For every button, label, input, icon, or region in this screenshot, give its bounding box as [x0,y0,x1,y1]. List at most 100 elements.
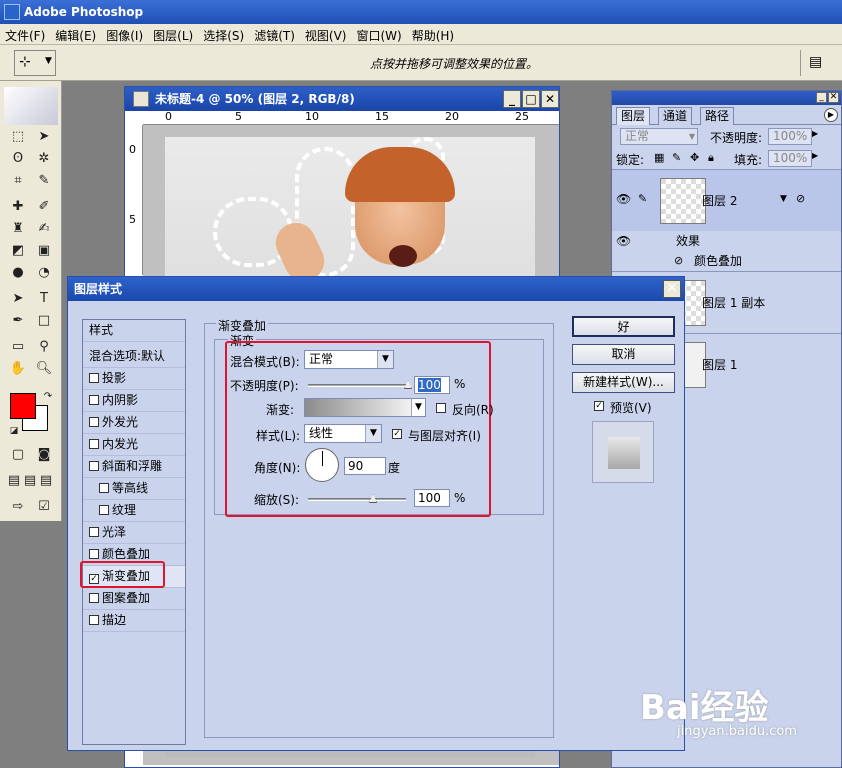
menu-layer[interactable]: 图层(L) [148,24,198,47]
crop-tool-icon[interactable]: ⌗ [8,171,28,191]
style-list-item-bevel-emboss[interactable]: 斜面和浮雕 [83,456,185,478]
dodge-tool-icon[interactable]: ◔ [34,263,54,283]
menu-help[interactable]: 帮助(H) [407,24,459,47]
lock-pixels-icon[interactable]: ✎ [672,151,681,164]
marquee-tool-icon[interactable]: ⬚ [8,127,28,147]
layer-row-layer2[interactable]: 👁︎ ✎ 图层 2 ▼ ⊘ [612,169,841,231]
panel-close-button[interactable]: ✕ [828,92,839,103]
lock-position-icon[interactable]: ✥ [690,151,699,164]
default-colors-icon[interactable]: ◪ [4,421,24,441]
menu-select[interactable]: 选择(S) [198,24,249,47]
reverse-checkbox[interactable] [436,403,446,413]
angle-dial[interactable] [305,448,339,482]
checkbox[interactable] [89,527,99,537]
effects-group-row[interactable]: 👁︎ 效果 [612,231,841,251]
opacity-slider-track[interactable] [308,384,408,387]
healing-brush-tool-icon[interactable]: ✚ [8,197,28,217]
menu-image[interactable]: 图像(I) [101,24,148,47]
checkbox[interactable] [89,615,99,625]
style-list-item-drop-shadow[interactable]: 投影 [83,368,185,390]
style-list-item-inner-shadow[interactable]: 内阴影 [83,390,185,412]
menu-window[interactable]: 窗口(W) [351,24,406,47]
dialog-close-button[interactable]: ✕ [663,280,681,298]
brush-tool-icon[interactable]: ✐ [34,197,54,217]
screen-mode-full-icon[interactable]: ▤ [36,471,56,491]
rectangle-tool-icon[interactable]: □ [34,311,54,331]
preview-checkbox[interactable]: ✓ [594,401,604,411]
palette-well[interactable]: ▤ [800,50,834,76]
gradient-tool-icon[interactable]: ▣ [34,241,54,261]
style-list-item-inner-glow[interactable]: 内发光 [83,434,185,456]
move-tool-preset-picker[interactable]: ⊹ ▼ [14,50,56,76]
quick-mask-mode-icon[interactable]: ◙ [34,445,54,465]
magic-wand-tool-icon[interactable]: ✲ [34,149,54,169]
fill-arrow-icon[interactable]: ▶ [812,151,818,160]
lock-transparency-icon[interactable]: ▦ [654,151,664,164]
checkbox[interactable] [89,593,99,603]
opacity-input[interactable]: 100 [414,376,450,394]
checkbox[interactable] [89,549,99,559]
menu-filter[interactable]: 滤镜(T) [249,24,300,47]
history-brush-tool-icon[interactable]: ✍ [34,219,54,239]
tab-channels[interactable]: 通道 [658,107,693,125]
layer-blend-mode-select[interactable]: 正常 ▼ [620,128,698,145]
checkbox[interactable] [89,417,99,427]
notes-tool-icon[interactable]: ▭ [8,337,28,357]
tab-layers[interactable]: 图层 [616,107,651,125]
scale-input[interactable]: 100 [414,489,450,507]
panel-menu-icon[interactable]: ▶ [824,108,838,122]
align-with-layer-checkbox[interactable]: ✓ [392,429,402,439]
expand-effects-icon[interactable]: ▼ [780,194,787,204]
pen-tool-icon[interactable]: ✒ [8,311,28,331]
layer-opacity-field[interactable]: 100% [768,128,812,145]
style-list-item-styles[interactable]: 样式 [83,320,185,342]
type-tool-icon[interactable]: T [34,289,54,309]
lasso-tool-icon[interactable]: ʘ [8,149,28,169]
zoom-tool-icon[interactable]: 🔍︎ [34,359,54,379]
menu-edit[interactable]: 编辑(E) [50,24,101,47]
scale-slider-track[interactable] [308,498,406,501]
edit-in-imageready-icon[interactable]: ☑ [34,497,54,517]
checkbox[interactable] [89,461,99,471]
lock-all-icon[interactable]: 🔒︎ [708,151,714,165]
slice-tool-icon[interactable]: ✎ [34,171,54,191]
menu-file[interactable]: 文件(F) [0,24,50,47]
blend-mode-select[interactable]: 正常 ▼ [304,350,394,369]
close-button[interactable]: ✕ [541,90,559,108]
style-select[interactable]: 线性 ▼ [304,424,382,443]
swap-colors-icon[interactable]: ↷ [38,387,58,407]
new-style-button[interactable]: 新建样式(W)... [572,372,675,393]
chevron-down-icon[interactable]: ▼ [411,399,425,416]
foreground-color-swatch[interactable] [10,393,36,419]
cancel-button[interactable]: 取消 [572,344,675,365]
style-list-item-texture[interactable]: 纹理 [83,500,185,522]
panel-minimize-button[interactable]: _ [816,92,827,103]
checkbox[interactable] [89,373,99,383]
blur-tool-icon[interactable]: ● [8,263,28,283]
style-list-item-pattern-overlay[interactable]: 图案叠加 [83,588,185,610]
maximize-button[interactable]: □ [522,90,540,108]
checkbox[interactable] [89,395,99,405]
jump-to-imageready-icon[interactable]: ⇨ [8,497,28,517]
minimize-button[interactable]: _ [503,90,521,108]
layer-fill-field[interactable]: 100% [768,150,812,167]
visibility-eye-icon[interactable]: 👁︎ [616,192,634,208]
checkbox[interactable] [89,439,99,449]
ok-button[interactable]: 好 [572,316,675,337]
eyedropper-tool-icon[interactable]: ⚲ [34,337,54,357]
hand-tool-icon[interactable]: ✋ [8,359,28,379]
standard-mode-icon[interactable]: ▢ [8,445,28,465]
style-list-item-stroke[interactable]: 描边 [83,610,185,632]
gradient-picker[interactable]: ▼ [304,398,426,417]
effect-item-row[interactable]: ⊘ 颜色叠加 [612,251,841,271]
angle-input[interactable]: 90 [344,457,386,475]
style-list-item-blending-options[interactable]: 混合选项:默认 [83,346,185,368]
menu-view[interactable]: 视图(V) [300,24,352,47]
path-selection-tool-icon[interactable]: ➤ [8,289,28,309]
style-list-item-satin[interactable]: 光泽 [83,522,185,544]
clone-stamp-tool-icon[interactable]: ♜ [8,219,28,239]
opacity-arrow-icon[interactable]: ▶ [812,129,818,138]
style-list-item-outer-glow[interactable]: 外发光 [83,412,185,434]
move-tool-icon[interactable]: ➤ [34,127,54,147]
effects-eye-icon[interactable]: 👁︎ [616,231,631,251]
